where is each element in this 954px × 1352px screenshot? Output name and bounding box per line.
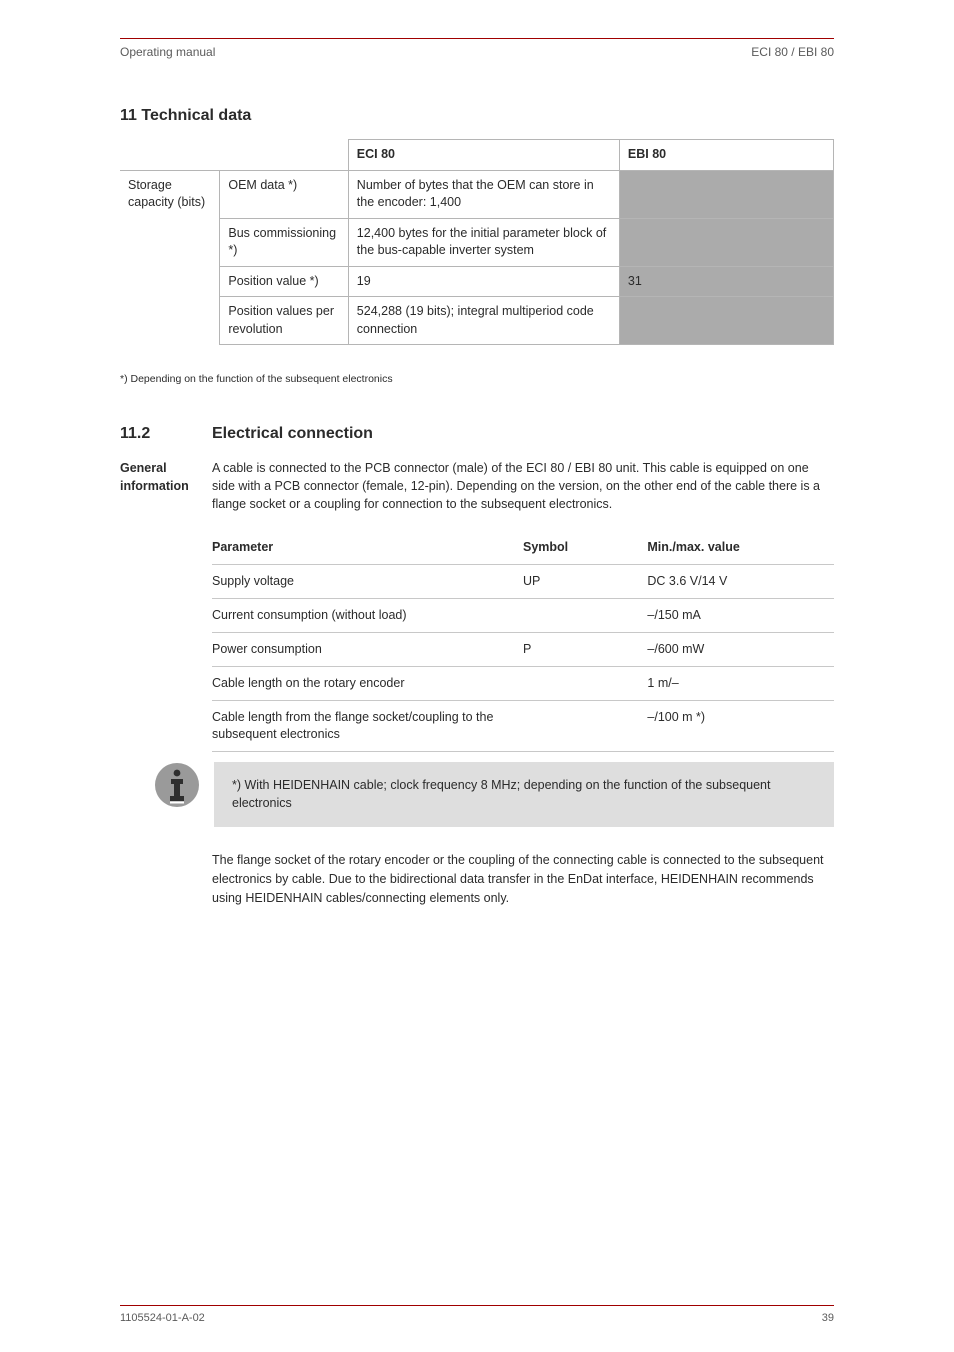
spec-table-electrical: Parameter Symbol Min./max. value Supply …	[212, 531, 834, 751]
section-heading: 11 Technical data	[120, 107, 834, 125]
cell	[523, 599, 647, 633]
footer-page-number: 39	[822, 1312, 834, 1324]
th-blank2	[220, 140, 348, 171]
cell: Bus commissioning *)	[220, 218, 348, 266]
subsection-title: Electrical connection	[212, 425, 373, 443]
header-left: Operating manual	[120, 45, 215, 59]
cell: 12,400 bytes for the initial parameter b…	[348, 218, 619, 266]
cell-shaded	[619, 297, 833, 345]
cell: 19	[348, 266, 619, 297]
footnote-asterisk: *) Depending on the function of the subs…	[120, 373, 834, 385]
th-ebi: EBI 80	[619, 140, 833, 171]
cell	[523, 666, 647, 700]
table-row: Cable length from the flange socket/coup…	[212, 700, 834, 751]
cell: Position value *)	[220, 266, 348, 297]
cell: Position values per revolution	[220, 297, 348, 345]
cell-shaded	[619, 170, 833, 218]
info-text: *) With HEIDENHAIN cable; clock frequenc…	[214, 762, 834, 828]
cell: –/150 mA	[647, 599, 834, 633]
cell: 524,288 (19 bits); integral multiperiod …	[348, 297, 619, 345]
cell: P	[523, 633, 647, 667]
cell: Number of bytes that the OEM can store i…	[348, 170, 619, 218]
cell: Current consumption (without load)	[212, 599, 523, 633]
cell: –/600 mW	[647, 633, 834, 667]
th-symbol: Symbol	[523, 531, 647, 564]
cell-shaded: 31	[619, 266, 833, 297]
paragraph-label: General information	[120, 459, 190, 513]
footer-doc-id: 1105524-01-A-02	[120, 1312, 205, 1324]
table-row: Cable length on the rotary encoder 1 m/–	[212, 666, 834, 700]
subsection-number: 11.2	[120, 425, 190, 443]
page-footer: 1105524-01-A-02 39	[120, 1305, 834, 1324]
th-value: Min./max. value	[647, 531, 834, 564]
th-blank	[120, 140, 220, 171]
spec-table-storage: ECI 80 EBI 80 Storage capacity (bits) OE…	[120, 139, 834, 345]
row-group-label: Storage capacity (bits)	[120, 170, 220, 345]
cell: 1 m/–	[647, 666, 834, 700]
th-parameter: Parameter	[212, 531, 523, 564]
cell: Cable length on the rotary encoder	[212, 666, 523, 700]
table-row: Supply voltage UP DC 3.6 V/14 V	[212, 565, 834, 599]
paragraph-text: A cable is connected to the PCB connecto…	[212, 459, 834, 513]
cell: Supply voltage	[212, 565, 523, 599]
body-text: The flange socket of the rotary encoder …	[212, 851, 834, 907]
cell: Cable length from the flange socket/coup…	[212, 700, 523, 751]
table-row: Current consumption (without load) –/150…	[212, 599, 834, 633]
info-box: *) With HEIDENHAIN cable; clock frequenc…	[154, 762, 834, 828]
th-eci: ECI 80	[348, 140, 619, 171]
cell: OEM data *)	[220, 170, 348, 218]
cell: DC 3.6 V/14 V	[647, 565, 834, 599]
table-row: Power consumption P –/600 mW	[212, 633, 834, 667]
cell	[523, 700, 647, 751]
cell: –/100 m *)	[647, 700, 834, 751]
info-icon	[154, 762, 200, 813]
header-right: ECI 80 / EBI 80	[751, 45, 834, 59]
page-header: Operating manual ECI 80 / EBI 80	[120, 45, 834, 59]
cell: Power consumption	[212, 633, 523, 667]
cell-shaded	[619, 218, 833, 266]
cell: UP	[523, 565, 647, 599]
